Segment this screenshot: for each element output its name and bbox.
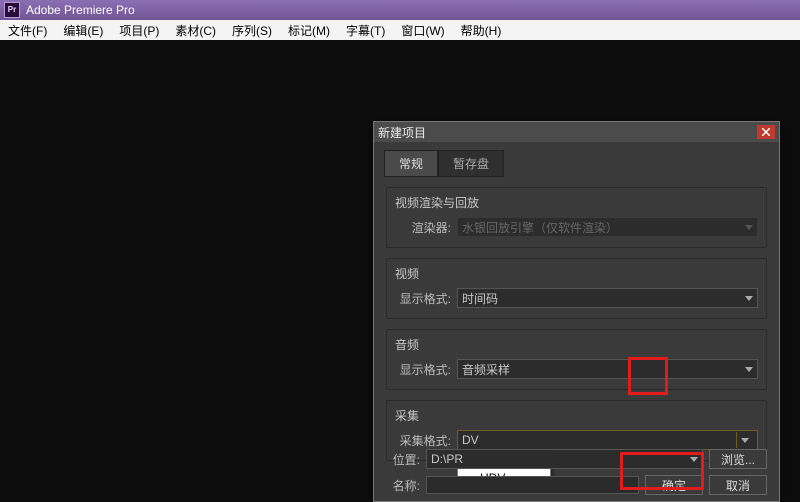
tab-scratch[interactable]: 暂存盘 (438, 150, 504, 177)
chevron-down-icon (745, 225, 753, 230)
dialog-tabs: 常规 暂存盘 (384, 150, 769, 177)
menu-project[interactable]: 项目(P) (115, 21, 163, 40)
location-value: D:\PR (431, 452, 463, 466)
menu-sequence[interactable]: 序列(S) (228, 21, 276, 40)
group-video: 视频 显示格式: 时间码 (386, 258, 767, 319)
menu-help[interactable]: 帮助(H) (457, 21, 506, 40)
location-label: 位置: (386, 451, 420, 468)
group-render-title: 视频渲染与回放 (395, 194, 758, 211)
tab-general[interactable]: 常规 (384, 150, 438, 177)
video-format-select[interactable]: 时间码 (457, 288, 758, 308)
name-label: 名称: (386, 477, 420, 494)
chevron-down-icon (745, 296, 753, 301)
menu-edit[interactable]: 编辑(E) (59, 21, 107, 40)
dialog-titlebar[interactable]: 新建项目 (374, 122, 779, 142)
audio-format-select[interactable]: 音频采样 (457, 359, 758, 379)
app-title: Adobe Premiere Pro (26, 3, 135, 17)
audio-format-value: 音频采样 (462, 361, 510, 378)
renderer-label: 渲染器: (395, 219, 451, 236)
chevron-down-icon (741, 438, 749, 443)
menubar: 文件(F) 编辑(E) 项目(P) 素材(C) 序列(S) 标记(M) 字幕(T… (0, 20, 800, 40)
dialog-title: 新建项目 (378, 124, 426, 141)
menu-file[interactable]: 文件(F) (4, 21, 51, 40)
cancel-button[interactable]: 取消 (709, 475, 767, 495)
location-select[interactable]: D:\PR (426, 449, 703, 469)
group-render: 视频渲染与回放 渲染器: 水银回放引擎（仅软件渲染） (386, 187, 767, 248)
renderer-value: 水银回放引擎（仅软件渲染） (462, 219, 618, 236)
close-icon (762, 128, 770, 136)
menu-window[interactable]: 窗口(W) (397, 21, 448, 40)
new-project-dialog: 新建项目 常规 暂存盘 视频渲染与回放 渲染器: 水银回放引擎（仅软件渲染） 视… (373, 121, 780, 502)
menu-clip[interactable]: 素材(C) (171, 21, 220, 40)
video-format-label: 显示格式: (395, 290, 451, 307)
menu-title[interactable]: 字幕(T) (342, 21, 389, 40)
chevron-down-icon (745, 367, 753, 372)
group-video-title: 视频 (395, 265, 758, 282)
close-button[interactable] (757, 125, 775, 139)
group-capture-title: 采集 (395, 407, 758, 424)
video-format-value: 时间码 (462, 290, 498, 307)
dialog-footer: 位置: D:\PR 浏览... 名称: 确定 取消 (386, 443, 767, 495)
renderer-select: 水银回放引擎（仅软件渲染） (457, 217, 758, 237)
dialog-panel: 视频渲染与回放 渲染器: 水银回放引擎（仅软件渲染） 视频 显示格式: 时间码 … (386, 187, 767, 461)
name-input[interactable] (426, 476, 639, 494)
audio-format-label: 显示格式: (395, 361, 451, 378)
ok-button[interactable]: 确定 (645, 475, 703, 495)
group-audio: 音频 显示格式: 音频采样 (386, 329, 767, 390)
menu-marker[interactable]: 标记(M) (284, 21, 334, 40)
browse-button[interactable]: 浏览... (709, 449, 767, 469)
chevron-down-icon (690, 457, 698, 462)
app-icon: Pr (4, 2, 20, 18)
titlebar: Pr Adobe Premiere Pro (0, 0, 800, 20)
group-audio-title: 音频 (395, 336, 758, 353)
